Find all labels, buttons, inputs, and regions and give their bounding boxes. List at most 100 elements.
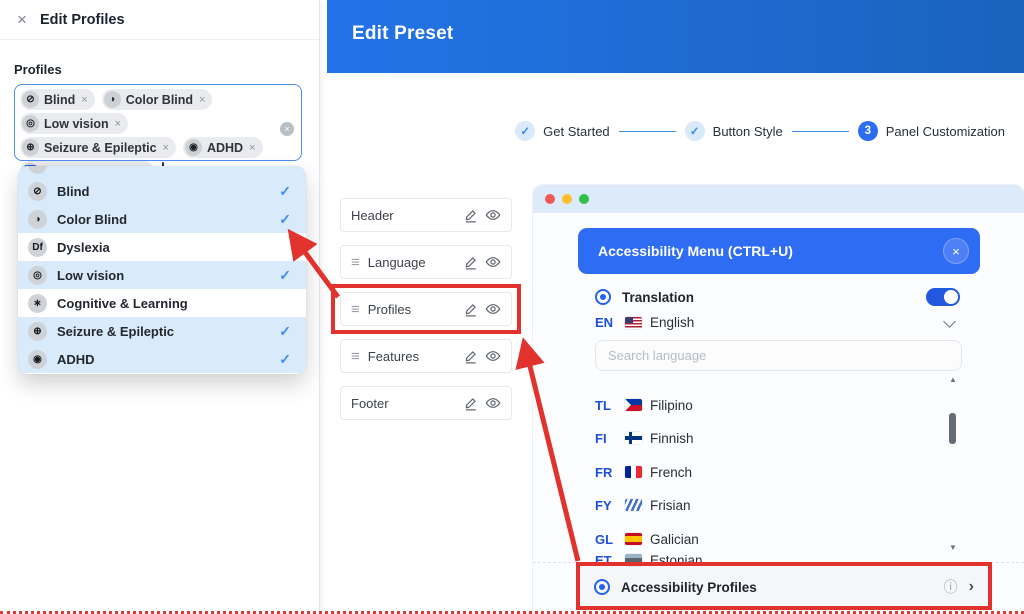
galicia-flag-icon bbox=[625, 533, 642, 545]
dropdown-item-adhd[interactable]: ◉ ADHD ✓ bbox=[18, 345, 306, 373]
tag-label: Seizure & Epileptic bbox=[44, 141, 157, 155]
remove-tag-icon[interactable]: × bbox=[163, 142, 169, 154]
tag-label: Blind bbox=[44, 93, 75, 107]
edit-pencil-icon[interactable] bbox=[463, 349, 478, 364]
section-row-header[interactable]: Header bbox=[340, 198, 512, 232]
language-row-galician[interactable]: GL Galician bbox=[595, 530, 699, 548]
accessibility-menu-title: Accessibility Menu (CTRL+U) bbox=[598, 243, 793, 259]
dropdown-item-cognitive-learning[interactable]: ∗ Cognitive & Learning bbox=[18, 289, 306, 317]
low-vision-icon: ◎ bbox=[22, 115, 39, 132]
section-row-language[interactable]: ≡ Language bbox=[340, 245, 512, 279]
tag-color-blind[interactable]: ◑ Color Blind × bbox=[102, 89, 213, 110]
dropdown-item-label: Low vision bbox=[57, 268, 269, 283]
blind-icon: ⊘ bbox=[28, 182, 47, 201]
scroll-down-icon[interactable]: ▼ bbox=[947, 543, 959, 553]
language-code: FR bbox=[595, 465, 617, 480]
dropdown-item-label: Dyslexia bbox=[57, 240, 291, 255]
step-button-style[interactable]: ✓ Button Style bbox=[685, 121, 783, 141]
drag-handle-icon[interactable]: ≡ bbox=[351, 255, 360, 270]
seizure-epileptic-icon: ⊕ bbox=[28, 322, 47, 341]
remove-tag-icon[interactable]: × bbox=[249, 142, 255, 154]
language-list-scrollbar[interactable]: ▲ ▼ bbox=[947, 375, 959, 553]
dropdown-partial-item bbox=[18, 166, 306, 177]
language-row-frisian[interactable]: FY Frisian bbox=[595, 496, 691, 514]
step-label: Panel Customization bbox=[886, 124, 1005, 139]
language-row-french[interactable]: FR French bbox=[595, 463, 692, 481]
dropdown-item-label: Blind bbox=[57, 184, 269, 199]
search-language-input[interactable] bbox=[595, 340, 962, 371]
section-row-footer[interactable]: Footer bbox=[340, 386, 512, 420]
step-connector bbox=[792, 131, 849, 132]
visibility-eye-icon[interactable] bbox=[485, 348, 501, 364]
language-row-finnish[interactable]: FI Finnish bbox=[595, 429, 694, 447]
dropdown-item-color-blind[interactable]: ◑ Color Blind ✓ bbox=[18, 205, 306, 233]
language-name: Galician bbox=[650, 532, 699, 547]
profiles-field-label: Profiles bbox=[14, 62, 62, 77]
remove-tag-icon[interactable]: × bbox=[81, 94, 87, 106]
edit-pencil-icon[interactable] bbox=[463, 255, 478, 270]
step-check-icon: ✓ bbox=[685, 121, 705, 141]
dropdown-item-low-vision[interactable]: ◎ Low vision ✓ bbox=[18, 261, 306, 289]
translation-label: Translation bbox=[622, 290, 915, 305]
close-icon[interactable]: × bbox=[17, 11, 27, 28]
dropdown-item-seizure-epileptic[interactable]: ⊕ Seizure & Epileptic ✓ bbox=[18, 317, 306, 345]
profiles-multiselect-input[interactable]: ⊘ Blind × ◑ Color Blind × ◎ Low vision ×… bbox=[14, 84, 302, 161]
translation-row: Translation bbox=[595, 288, 960, 306]
step-panel-customization[interactable]: 3 Panel Customization bbox=[858, 121, 1005, 141]
visibility-eye-icon[interactable] bbox=[485, 207, 501, 223]
tag-label: ADHD bbox=[207, 141, 243, 155]
adhd-icon: ◉ bbox=[185, 139, 202, 156]
section-label: Language bbox=[368, 255, 455, 270]
close-menu-button[interactable]: × bbox=[943, 238, 969, 264]
color-blind-icon: ◑ bbox=[28, 210, 47, 229]
panel-title: Edit Profiles bbox=[40, 12, 125, 28]
language-code: TL bbox=[595, 398, 617, 413]
section-label: Header bbox=[351, 208, 455, 223]
section-row-features[interactable]: ≡ Features bbox=[340, 339, 512, 373]
translation-icon bbox=[595, 289, 611, 305]
finland-flag-icon bbox=[625, 432, 642, 444]
scroll-up-icon[interactable]: ▲ bbox=[947, 375, 959, 385]
drag-handle-icon[interactable]: ≡ bbox=[351, 349, 360, 364]
step-check-icon: ✓ bbox=[515, 121, 535, 141]
remove-tag-icon[interactable]: × bbox=[115, 118, 121, 130]
edit-pencil-icon[interactable] bbox=[463, 208, 478, 223]
section-label: Footer bbox=[351, 396, 455, 411]
edit-pencil-icon[interactable] bbox=[463, 396, 478, 411]
translation-toggle[interactable] bbox=[926, 288, 960, 306]
language-code: FI bbox=[595, 431, 617, 446]
scrollbar-thumb[interactable] bbox=[949, 413, 956, 444]
tag-low-vision[interactable]: ◎ Low vision × bbox=[20, 113, 128, 134]
dropdown-item-blind[interactable]: ⊘ Blind ✓ bbox=[18, 177, 306, 205]
language-code: FY bbox=[595, 498, 617, 513]
step-get-started[interactable]: ✓ Get Started bbox=[515, 121, 609, 141]
check-icon: ✓ bbox=[279, 211, 291, 228]
chevron-down-icon[interactable] bbox=[943, 315, 956, 328]
tag-adhd[interactable]: ◉ ADHD × bbox=[183, 137, 263, 158]
step-label: Button Style bbox=[713, 124, 783, 139]
window-close-dot-icon bbox=[545, 194, 555, 204]
edit-preset-header: Edit Preset bbox=[327, 0, 1024, 73]
highlight-box-accessibility-profiles bbox=[576, 562, 992, 610]
selected-language-row[interactable]: EN English bbox=[595, 315, 960, 330]
dropdown-item-label: ADHD bbox=[57, 352, 269, 367]
dropdown-item-label: Color Blind bbox=[57, 212, 269, 227]
tag-blind[interactable]: ⊘ Blind × bbox=[20, 89, 95, 110]
dropdown-item-dyslexia[interactable]: Df Dyslexia bbox=[18, 233, 306, 261]
remove-tag-icon[interactable]: × bbox=[199, 94, 205, 106]
visibility-eye-icon[interactable] bbox=[485, 395, 501, 411]
visibility-eye-icon[interactable] bbox=[485, 254, 501, 270]
step-number: 3 bbox=[858, 121, 878, 141]
preview-window: Accessibility Menu (CTRL+U) × Translatio… bbox=[533, 185, 1024, 614]
check-icon: ✓ bbox=[279, 351, 291, 368]
language-name: English bbox=[650, 315, 694, 330]
clear-all-icon[interactable]: × bbox=[280, 122, 294, 136]
tag-seizure-epileptic[interactable]: ⊕ Seizure & Epileptic × bbox=[20, 137, 176, 158]
color-blind-icon: ◑ bbox=[104, 91, 121, 108]
wizard-stepper: ✓ Get Started ✓ Button Style 3 Panel Cus… bbox=[515, 121, 1005, 141]
language-row-filipino[interactable]: TL Filipino bbox=[595, 396, 693, 414]
cognitive-learning-icon: ∗ bbox=[28, 294, 47, 313]
seizure-epileptic-icon: ⊕ bbox=[22, 139, 39, 156]
browser-chrome-bar bbox=[533, 185, 1024, 213]
tag-label: Color Blind bbox=[126, 93, 193, 107]
